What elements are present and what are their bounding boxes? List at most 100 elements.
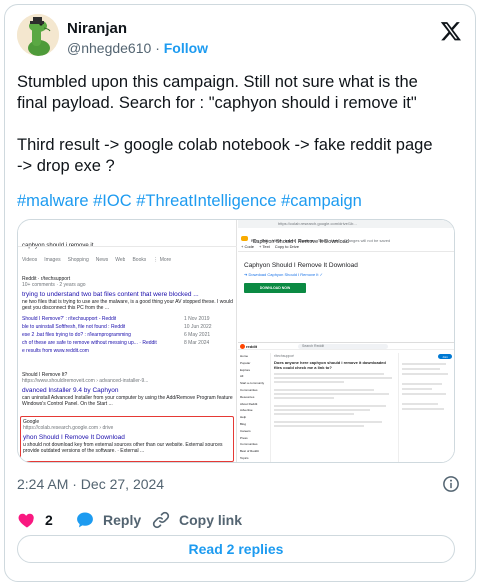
reddit-sidebar-item: Home <box>240 354 249 358</box>
result-snippet: gest you disconnect this PC from the ... <box>22 305 109 311</box>
search-tab: Shopping <box>67 257 89 263</box>
tweet-media[interactable]: caphyon should i remove it Videos Images… <box>17 219 455 463</box>
search-tab: Web <box>115 257 126 263</box>
copy-link-label: Copy link <box>179 512 243 528</box>
result-title: trying to understand two bat files conte… <box>22 291 199 298</box>
tweet-line: -> drop exe ? <box>17 157 115 175</box>
reddit-brand: reddit <box>246 344 258 349</box>
search-tab: News <box>95 257 109 263</box>
reddit-post-body <box>274 373 394 429</box>
reddit-sidebar-item: Communities <box>240 387 258 392</box>
x-logo-icon[interactable] <box>440 20 462 42</box>
author-handle[interactable]: @nhegde610 <box>67 40 151 56</box>
sublink-date: 1 Nov 2019 <box>184 316 210 322</box>
reddit-join-button: Join <box>438 354 452 359</box>
sublink: ble to uninstall Softfresh, file not fou… <box>22 324 126 330</box>
avatar[interactable] <box>17 14 59 56</box>
search-box: caphyon should i remove it <box>22 234 222 249</box>
unsaved-note: Changes will not be saved <box>343 238 391 243</box>
search-tab: ⋮ More <box>153 257 172 263</box>
author-name[interactable]: Niranjan <box>67 20 127 37</box>
like-button[interactable]: 2 <box>17 510 53 530</box>
toolbar-item: + Text <box>259 244 270 249</box>
search-result-shouldiremoveit: Should I Remove It? https://www.shouldir… <box>22 372 234 407</box>
reddit-post-title: Does anyone here caphyon should i remove… <box>274 360 386 370</box>
reddit-sidebar-item: Topics <box>240 455 249 460</box>
reply-label: Reply <box>103 512 142 528</box>
download-now-button: DOWNLOAD NOW <box>244 283 306 293</box>
result-url: https://colab.research.google.com › driv… <box>23 425 114 431</box>
heart-icon <box>18 513 34 528</box>
sublink: ese 2 .bat files trying to do? : r/learn… <box>22 332 131 338</box>
speech-bubble-icon <box>77 512 93 528</box>
reddit-sidebar-item: Blog <box>240 421 247 426</box>
tweet-timestamp[interactable]: 2:24 AM · Dec 27, 2024 <box>17 476 164 492</box>
colab-logo-icon <box>241 236 248 242</box>
search-tabs: Videos Images Shopping News Web Books ⋮ … <box>22 257 171 263</box>
menu-item: Help <box>331 238 340 243</box>
menu-item: Tools <box>317 238 328 243</box>
doc-download-link: ➔ Download Caphyon Should I Remove It ✓ <box>244 272 323 277</box>
reddit-sidebar: Home Popular Explore All Start a communi… <box>240 353 268 462</box>
reddit-sidebar-item: Careers <box>240 428 251 433</box>
result-url: https://www.shouldiremoveit.com › advanc… <box>22 378 149 384</box>
search-result-reddit: Reddit · r/techsupport 10+ comments · 2 … <box>22 276 234 354</box>
search-tab: Images <box>44 257 61 263</box>
reply-button[interactable]: Reply <box>75 510 141 530</box>
info-icon[interactable] <box>442 475 460 493</box>
search-results-screenshot: caphyon should i remove it Videos Images… <box>18 220 237 462</box>
doc-heading: Caphyon Should I Remove It Download <box>244 262 358 269</box>
menu-item: Runtime <box>298 238 314 243</box>
reddit-sidebar-item: Resources <box>240 394 255 399</box>
tweet-actions: 2 Reply Copy link <box>17 510 457 530</box>
sublink: ch of these are safe to remove without m… <box>22 340 157 346</box>
result-snippet: Windows's Control Panel. On the Start ..… <box>22 401 113 407</box>
reddit-sidebar-item: Press <box>240 435 248 440</box>
sublink: Should I Remove?' : r/techsupport - Redd… <box>22 316 117 322</box>
browser-url-bar: https://colab.research.google.com/drive/… <box>238 220 454 228</box>
reddit-search: Search Reddit <box>302 344 325 348</box>
reddit-subreddit: r/techsupport <box>274 354 295 358</box>
more-results-link: e results from www.reddit.com <box>22 348 89 354</box>
sublink-date: 6 May 2021 <box>184 332 211 338</box>
link-icon <box>152 511 170 529</box>
reddit-sidebar-item: Communities <box>240 442 258 447</box>
result-title: dvanced Installer 9.4 by Caphyon <box>22 387 119 394</box>
reddit-sidebar-item: All <box>240 374 244 379</box>
sublink-date: 10 Jun 2022 <box>184 324 212 330</box>
reddit-sidebar-item: Start a community <box>240 381 265 386</box>
colab-reddit-screenshot: https://colab.research.google.com/drive/… <box>238 220 454 462</box>
reddit-join-label: Join <box>442 354 448 359</box>
read-replies-label: Read 2 replies <box>188 541 284 557</box>
tweet-text: Stumbled upon this campaign. Still not s… <box>17 72 457 177</box>
reddit-sidebar-item: Help <box>240 415 247 420</box>
tweet-line: final payload. Search for : "caphyon sho… <box>17 94 417 112</box>
like-count: 2 <box>45 512 53 528</box>
follow-button[interactable]: Follow <box>164 40 208 56</box>
toolbar-item: Copy to Drive <box>274 244 299 249</box>
result-snippet: provide outdated versions of the softwar… <box>23 448 145 454</box>
reddit-sidebar-item: Advertise <box>240 408 253 413</box>
copy-link-button[interactable]: Copy link <box>151 510 242 530</box>
search-tab: Books <box>132 257 147 263</box>
colab-toolbar: + Code + Text Copy to Drive <box>241 244 299 250</box>
reddit-sidebar-item: Popular <box>240 360 251 365</box>
download-now-label: DOWNLOAD NOW <box>259 286 291 290</box>
hashtags[interactable]: #malware #IOC #ThreatIntelligence #campa… <box>17 192 362 211</box>
highlighted-result-colab: Google https://colab.research.google.com… <box>20 416 234 462</box>
fake-reddit-page: reddit Search Reddit Home Popular Explor… <box>238 342 454 462</box>
url-text: https://colab.research.google.com/drive/… <box>278 221 357 226</box>
reddit-logo-icon <box>240 344 245 349</box>
sublink-date: 8 Mar 2024 <box>184 340 210 346</box>
read-replies-button[interactable]: Read 2 replies <box>17 535 455 563</box>
reddit-right-panel <box>402 363 452 413</box>
search-tab: Videos <box>22 257 38 263</box>
author-handle-line: @nhegde610 · Follow <box>67 40 208 56</box>
result-sublinks: Should I Remove?' : r/techsupport - Redd… <box>22 316 234 348</box>
tweet-line: Stumbled upon this campaign. Still not s… <box>17 73 418 91</box>
tweet-line: Third result -> google colab notebook ->… <box>17 136 433 154</box>
reddit-sidebar-item: Explore <box>240 367 251 372</box>
toolbar-item: + Code <box>241 244 255 249</box>
dinosaur-avatar-icon <box>17 14 59 56</box>
separator-dot: · <box>155 40 160 56</box>
